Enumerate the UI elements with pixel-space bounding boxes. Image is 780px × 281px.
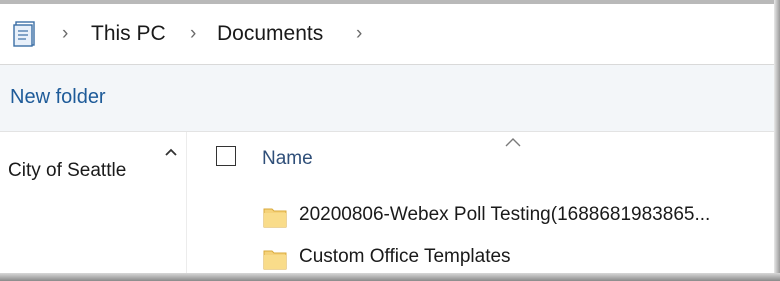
scroll-up-arrow-icon[interactable] bbox=[159, 142, 183, 164]
column-header-name[interactable]: Name bbox=[262, 148, 313, 170]
new-folder-button[interactable]: New folder bbox=[10, 86, 106, 109]
navigation-pane[interactable]: City of Seattle bbox=[0, 132, 187, 273]
documents-location-icon bbox=[13, 21, 35, 47]
breadcrumb-chevron-icon[interactable]: › bbox=[62, 23, 68, 45]
file-name: Custom Office Templates bbox=[299, 246, 511, 267]
file-name: 20200806-Webex Poll Testing(168868198386… bbox=[299, 204, 711, 225]
sort-ascending-icon bbox=[505, 138, 521, 147]
folder-icon bbox=[263, 250, 287, 270]
address-bar[interactable]: › This PC › Documents › bbox=[0, 4, 774, 65]
command-bar: New folder bbox=[0, 65, 774, 132]
select-all-checkbox[interactable] bbox=[216, 146, 236, 166]
list-item[interactable]: Custom Office Templates bbox=[262, 243, 774, 277]
breadcrumb-chevron-icon[interactable]: › bbox=[356, 23, 362, 45]
breadcrumb-this-pc[interactable]: This PC bbox=[91, 22, 166, 46]
nav-item-city-of-seattle[interactable]: City of Seattle bbox=[8, 160, 154, 182]
folder-icon bbox=[263, 208, 287, 228]
window-bottom-edge bbox=[0, 273, 780, 281]
breadcrumb-documents[interactable]: Documents bbox=[217, 22, 323, 46]
list-item[interactable]: 20200806-Webex Poll Testing(168868198386… bbox=[262, 201, 774, 235]
window-right-edge bbox=[774, 0, 780, 281]
breadcrumb-chevron-icon[interactable]: › bbox=[190, 23, 196, 45]
